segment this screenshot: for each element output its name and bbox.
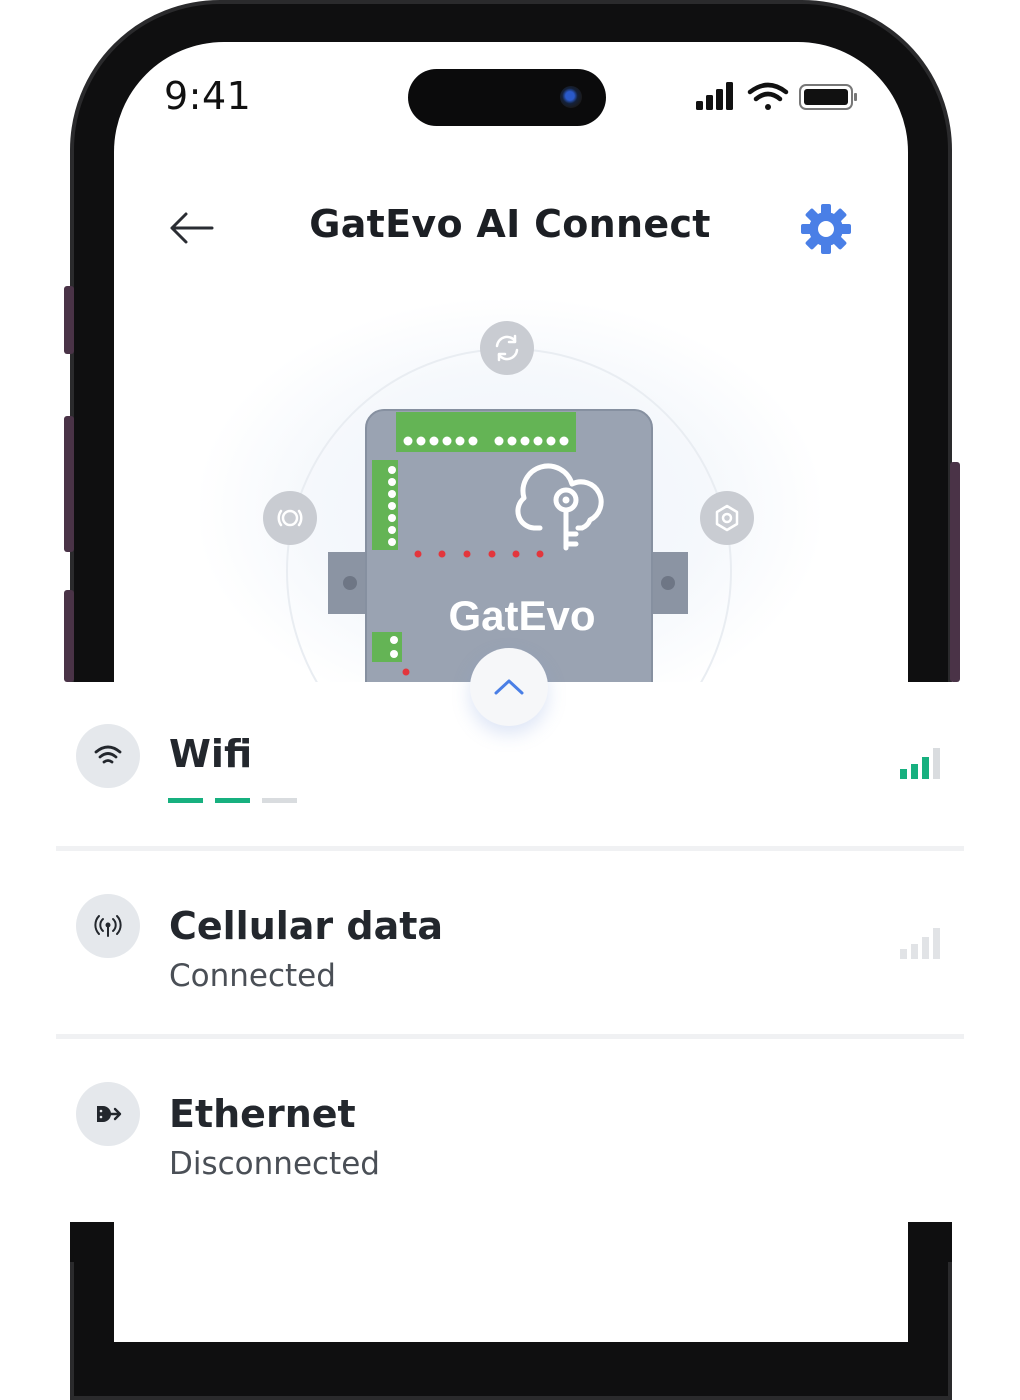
connection-row-ethernet[interactable]: Ethernet Disconnected [56, 1080, 964, 1200]
phone-frame-edge [908, 1222, 952, 1262]
status-time: 9:41 [164, 74, 252, 118]
chevron-up-icon [494, 679, 524, 695]
signal-bar [922, 937, 929, 959]
page-title: GatEvo AI Connect [309, 202, 711, 246]
connection-label: Ethernet [169, 1092, 356, 1136]
signal-orb[interactable] [263, 491, 317, 545]
connection-status: Disconnected [169, 1146, 380, 1182]
signal-bar [900, 769, 907, 779]
signal-bar [911, 764, 918, 779]
progress-step [262, 798, 297, 803]
battery-icon [799, 84, 857, 110]
cellular-signal-icon [696, 82, 733, 110]
row-divider [56, 846, 964, 851]
ethernet-icon-badge [76, 1082, 140, 1146]
connection-label: Cellular data [169, 904, 444, 948]
settings-button[interactable] [800, 203, 852, 259]
phone-frame-edge [70, 1222, 114, 1262]
phone-side-button [64, 416, 74, 552]
sync-orb[interactable] [480, 321, 534, 375]
sync-icon [495, 334, 519, 362]
wifi-setup-progress [168, 798, 297, 803]
connection-label: Wifi [169, 732, 253, 776]
signal-bar [922, 757, 929, 779]
phone-side-button [64, 590, 74, 682]
signal-bar [911, 944, 918, 959]
row-divider [56, 1034, 964, 1039]
progress-step [168, 798, 203, 803]
hexagon-orb[interactable] [700, 491, 754, 545]
arrow-left-icon [170, 212, 214, 244]
wifi-icon [94, 745, 122, 764]
connection-row-wifi[interactable]: Wifi [56, 722, 964, 832]
dynamic-island [408, 69, 606, 126]
expand-sheet-button[interactable] [470, 648, 548, 726]
cellular-antenna-icon [94, 915, 122, 937]
cellular-signal-strength [900, 928, 940, 959]
signal-rings-icon [277, 509, 303, 527]
signal-bar [900, 949, 907, 959]
wifi-signal-strength [900, 748, 940, 779]
cellular-icon-badge [76, 894, 140, 958]
connection-row-cellular[interactable]: Cellular data Connected [56, 892, 964, 1012]
wifi-icon-badge [76, 724, 140, 788]
progress-step [215, 798, 250, 803]
phone-side-button [950, 462, 960, 682]
signal-bar [933, 748, 940, 779]
device-brand-text: GatEvo [448, 592, 595, 639]
camera-icon [560, 86, 582, 108]
ethernet-icon [97, 1106, 122, 1122]
connection-status: Connected [169, 958, 336, 994]
gear-icon [801, 204, 851, 254]
back-button[interactable] [168, 208, 214, 252]
hexagon-nut-icon [715, 504, 739, 532]
status-icons [694, 80, 860, 114]
phone-side-button [64, 286, 74, 354]
signal-bar [933, 928, 940, 959]
wifi-status-icon [747, 82, 789, 110]
